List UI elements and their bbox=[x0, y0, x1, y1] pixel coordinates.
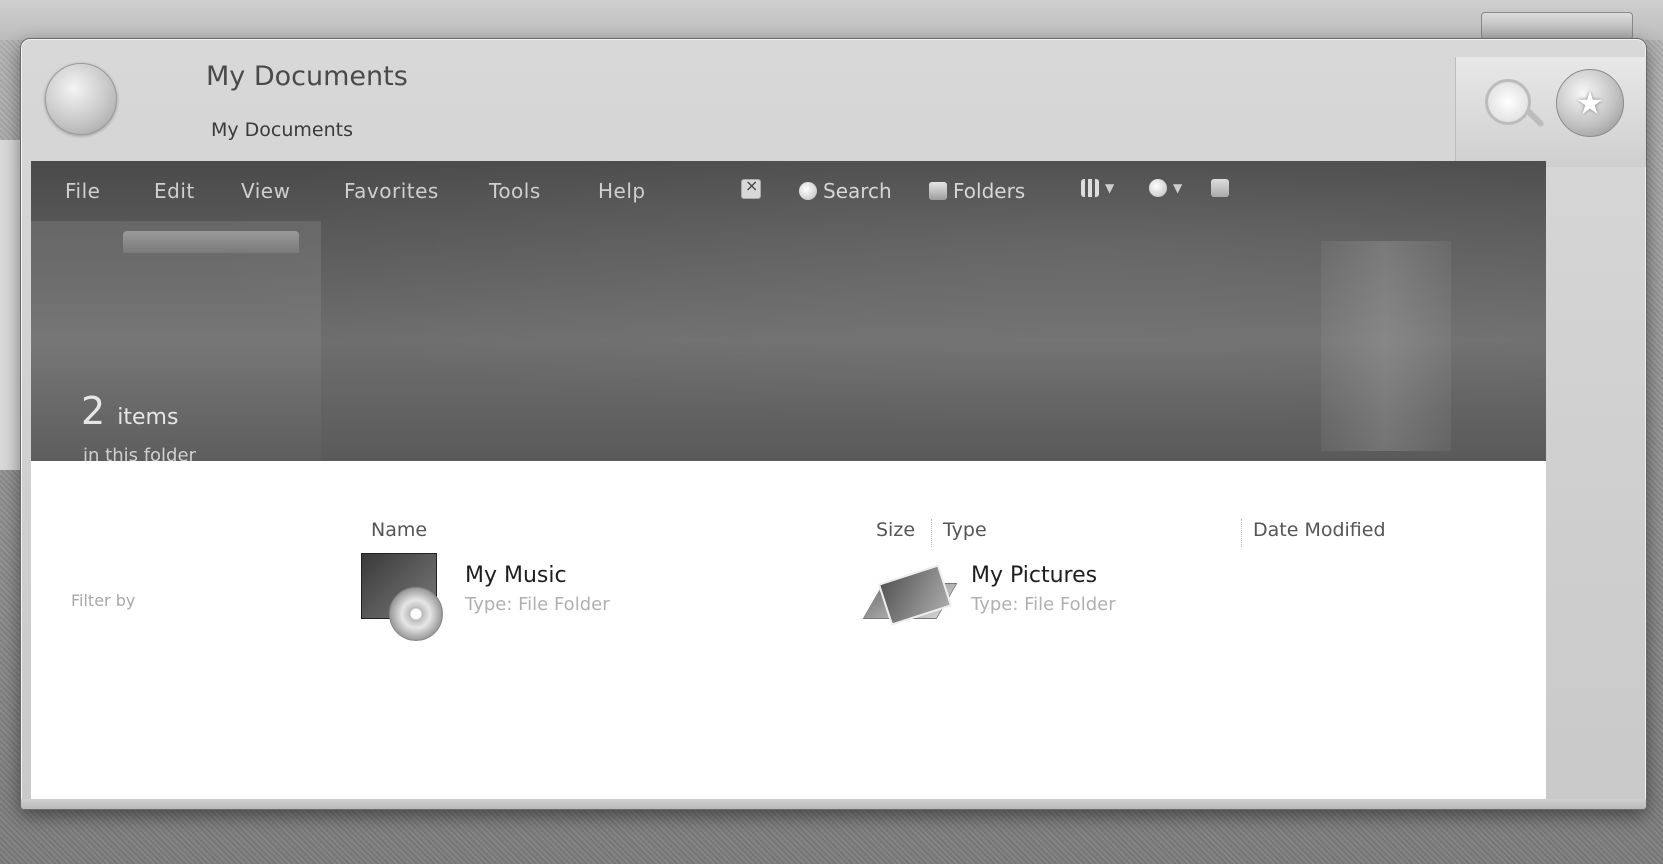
layout-button[interactable] bbox=[1211, 179, 1229, 197]
window-bottom-border bbox=[21, 799, 1646, 809]
menu-favorites[interactable]: Favorites bbox=[344, 179, 439, 203]
background-window-controls bbox=[1481, 12, 1633, 40]
menu-edit[interactable]: Edit bbox=[154, 179, 195, 203]
menu-view[interactable]: View bbox=[241, 179, 290, 203]
music-folder-icon bbox=[361, 553, 443, 643]
search-magnifier-icon[interactable] bbox=[1485, 79, 1531, 125]
window-title: My Documents bbox=[206, 61, 408, 92]
stop-button[interactable] bbox=[741, 176, 761, 199]
layout-icon bbox=[1211, 179, 1229, 197]
menu-help[interactable]: Help bbox=[598, 179, 646, 203]
stop-icon bbox=[741, 176, 761, 199]
item-count: 2 items bbox=[81, 389, 178, 433]
folders-icon bbox=[929, 182, 947, 200]
item-text: My Music Type: File Folder bbox=[465, 563, 610, 615]
item-name: My Music bbox=[465, 563, 567, 588]
item-count-number: 2 bbox=[81, 389, 106, 433]
item-type: Type: File Folder bbox=[971, 594, 1116, 615]
file-list-pane: Filter by Name Size Type Date Modified M… bbox=[31, 461, 1546, 799]
column-name[interactable]: Name bbox=[371, 519, 427, 541]
views-button[interactable]: ▼ bbox=[1081, 179, 1114, 197]
folders-button[interactable]: Folders bbox=[929, 179, 1025, 203]
item-name: My Pictures bbox=[971, 563, 1098, 588]
item-count-unit: items bbox=[117, 405, 179, 430]
title-bar: My Documents My Documents ★ bbox=[21, 39, 1646, 167]
column-date-modified[interactable]: Date Modified bbox=[1253, 519, 1386, 541]
menu-tools[interactable]: Tools bbox=[489, 179, 541, 203]
band-highlight bbox=[1321, 241, 1451, 451]
column-type[interactable]: Type bbox=[943, 519, 987, 541]
menu-file[interactable]: File bbox=[65, 179, 100, 203]
views-dropdown-icon: ▼ bbox=[1105, 181, 1115, 195]
column-separator bbox=[931, 519, 933, 547]
explorer-window: My Documents My Documents ★ File Edit Vi… bbox=[20, 38, 1647, 810]
item-text: My Pictures Type: File Folder bbox=[971, 563, 1116, 615]
views-icon bbox=[1081, 179, 1099, 197]
item-type: Type: File Folder bbox=[465, 594, 610, 615]
list-item-my-music[interactable]: My Music Type: File Folder bbox=[361, 553, 610, 643]
column-size[interactable]: Size bbox=[876, 519, 915, 541]
music-disc bbox=[389, 587, 443, 641]
search-options-button[interactable]: ▼ bbox=[1149, 179, 1182, 197]
search-options-icon bbox=[1149, 179, 1167, 197]
column-separator bbox=[1241, 519, 1243, 547]
folders-button-label: Folders bbox=[953, 179, 1026, 203]
favorites-star-icon[interactable]: ★ bbox=[1556, 69, 1624, 137]
search-icon bbox=[799, 182, 817, 200]
menu-bar: File Edit View Favorites Tools Help Sear… bbox=[31, 161, 1546, 221]
search-button[interactable]: Search bbox=[799, 179, 892, 203]
pictures-folder-icon bbox=[862, 553, 959, 633]
back-orb-icon[interactable] bbox=[45, 63, 117, 135]
address-breadcrumb[interactable]: My Documents bbox=[211, 119, 353, 141]
filter-by-label[interactable]: Filter by bbox=[71, 591, 135, 610]
folder-tab-icon bbox=[123, 231, 299, 253]
background-window-strip bbox=[0, 0, 1663, 40]
list-item-my-pictures[interactable]: My Pictures Type: File Folder bbox=[862, 553, 1116, 633]
folder-header-band: File Edit View Favorites Tools Help Sear… bbox=[31, 161, 1546, 466]
picture-stack-front bbox=[877, 564, 953, 626]
search-button-label: Search bbox=[823, 179, 892, 203]
search-options-dropdown-icon: ▼ bbox=[1173, 181, 1183, 195]
